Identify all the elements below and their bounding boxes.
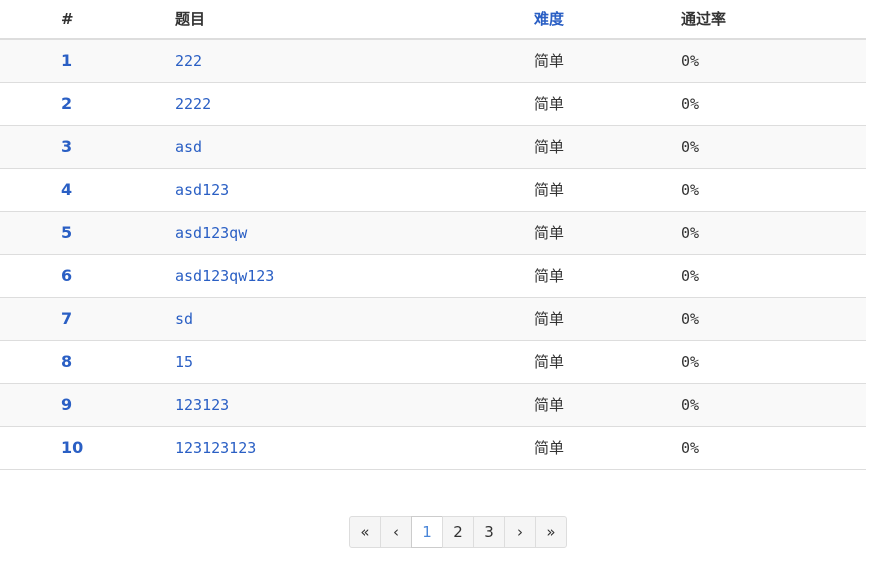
- problem-difficulty: 简单: [534, 95, 565, 113]
- problem-number: 2: [61, 94, 73, 113]
- table-row: 8 15 简单 0%: [0, 341, 866, 384]
- problem-pass-rate: 0%: [681, 52, 700, 70]
- page-button-2[interactable]: 2: [442, 516, 474, 548]
- problem-difficulty: 简单: [534, 181, 565, 199]
- table-row: 4 asd123 简单 0%: [0, 169, 866, 212]
- problem-number: 8: [61, 352, 73, 371]
- problem-number: 4: [61, 180, 73, 199]
- header-title: 题目: [175, 10, 206, 28]
- problem-title-link[interactable]: asd123: [175, 169, 229, 211]
- problem-title-link[interactable]: 2222: [175, 83, 211, 125]
- table-row: 1 222 简单 0%: [0, 40, 866, 83]
- problem-pass-rate: 0%: [681, 181, 700, 199]
- problem-title-link[interactable]: 123123123: [175, 427, 256, 469]
- problem-pass-rate: 0%: [681, 353, 700, 371]
- problem-number: 3: [61, 137, 73, 156]
- problem-table: # 题目 难度 通过率 1 222 简单 0% 2 2222 简单 0% 3 asd 简单 0% 4 as…: [0, 0, 866, 470]
- last-page-button[interactable]: »: [535, 516, 567, 548]
- problem-difficulty: 简单: [534, 224, 565, 242]
- next-page-button[interactable]: ›: [504, 516, 536, 548]
- problem-number: 6: [61, 266, 73, 285]
- table-body: 1 222 简单 0% 2 2222 简单 0% 3 asd 简单 0% 4 asd123 简单 0% 5 asd…: [0, 40, 866, 470]
- problem-title-link[interactable]: 222: [175, 40, 202, 82]
- table-row: 10 123123123 简单 0%: [0, 427, 866, 470]
- pagination: « ‹ 1 2 3 › »: [349, 516, 567, 548]
- header-pass-rate: 通过率: [681, 10, 727, 28]
- table-header: # 题目 难度 通过率: [0, 0, 866, 40]
- first-page-button[interactable]: «: [349, 516, 381, 548]
- table-row: 2 2222 简单 0%: [0, 83, 866, 126]
- problem-pass-rate: 0%: [681, 224, 700, 242]
- table-row: 7 sd 简单 0%: [0, 298, 866, 341]
- problem-difficulty: 简单: [534, 310, 565, 328]
- problem-title-link[interactable]: asd123qw123: [175, 255, 274, 297]
- table-row: 6 asd123qw123 简单 0%: [0, 255, 866, 298]
- problem-title-link[interactable]: 123123: [175, 384, 229, 426]
- problem-title-link[interactable]: asd: [175, 126, 202, 168]
- problem-title-link[interactable]: asd123qw: [175, 212, 247, 254]
- problem-number: 7: [61, 309, 73, 328]
- problem-title-link[interactable]: sd: [175, 298, 193, 340]
- problem-difficulty: 简单: [534, 439, 565, 457]
- problem-difficulty: 简单: [534, 138, 565, 156]
- problem-difficulty: 简单: [534, 396, 565, 414]
- problem-number: 5: [61, 223, 73, 242]
- problem-difficulty: 简单: [534, 353, 565, 371]
- header-difficulty-sort[interactable]: 难度: [534, 0, 564, 40]
- table-row: 3 asd 简单 0%: [0, 126, 866, 169]
- table-row: 9 123123 简单 0%: [0, 384, 866, 427]
- problem-pass-rate: 0%: [681, 439, 700, 457]
- problem-number: 10: [61, 438, 84, 457]
- table-row: 5 asd123qw 简单 0%: [0, 212, 866, 255]
- problem-number: 1: [61, 51, 73, 70]
- problem-pass-rate: 0%: [681, 138, 700, 156]
- problem-pass-rate: 0%: [681, 267, 700, 285]
- prev-page-button[interactable]: ‹: [380, 516, 412, 548]
- problem-title-link[interactable]: 15: [175, 341, 193, 383]
- problem-pass-rate: 0%: [681, 310, 700, 328]
- page-button-1[interactable]: 1: [411, 516, 443, 548]
- header-num: #: [61, 10, 74, 28]
- page-button-3[interactable]: 3: [473, 516, 505, 548]
- problem-number: 9: [61, 395, 73, 414]
- problem-pass-rate: 0%: [681, 396, 700, 414]
- problem-pass-rate: 0%: [681, 95, 700, 113]
- problem-difficulty: 简单: [534, 52, 565, 70]
- problem-difficulty: 简单: [534, 267, 565, 285]
